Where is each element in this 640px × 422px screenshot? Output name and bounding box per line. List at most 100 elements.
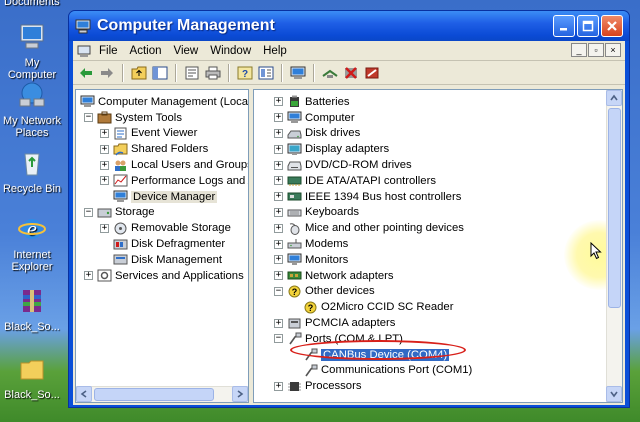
device-category-other-devices[interactable]: − ? Other devices [254,284,622,300]
device-category-dvd-cd-rom-drives[interactable]: + DVD/CD-ROM drives [254,157,622,173]
console-tree-pane[interactable]: Computer Management (Local − System Tool… [75,89,249,403]
expand-toggle[interactable]: + [274,176,283,186]
expand-toggle[interactable]: + [274,144,283,154]
toolbar-separator [281,63,283,82]
uninstall-button[interactable] [342,64,360,82]
expand-toggle[interactable]: + [100,144,109,154]
tree-item-performance-logs[interactable]: + Performance Logs and A [76,173,248,189]
tree-item-event-viewer[interactable]: + Event Viewer [76,126,248,142]
device-category-processors[interactable]: + Processors [254,378,622,394]
collapse-toggle[interactable]: − [274,286,283,296]
tree-item-local-users-and-groups[interactable]: + Local Users and Groups [76,157,248,173]
print-button[interactable] [204,64,222,82]
expand-toggle[interactable]: + [100,223,109,233]
left-scroll-thumb[interactable] [94,388,214,401]
show-hide-tree-button[interactable] [151,64,169,82]
svg-text:?: ? [308,303,314,313]
menu-help[interactable]: Help [257,45,293,57]
tree-item-system-tools[interactable]: − System Tools [76,110,248,126]
mdi-minimize-button[interactable]: _ [571,43,587,57]
expand-toggle[interactable]: + [274,97,283,107]
expand-toggle[interactable]: + [274,255,283,265]
device-communications-port-com1[interactable]: Communications Port (COM1) [254,363,622,379]
device-category-disk-drives[interactable]: + Disk drives [254,126,622,142]
scan-hardware-button[interactable] [321,64,339,82]
disable-button[interactable] [363,64,381,82]
device-canbus-device-com4[interactable]: CANBus Device (COM4) [254,347,622,363]
tree-item-services-and-applications[interactable]: + Services and Applications [76,268,248,284]
expand-toggle[interactable]: + [274,381,283,391]
device-category-pcmcia-adapters[interactable]: + PCMCIA adapters [254,315,622,331]
title-bar[interactable]: Computer Management [69,11,629,41]
device-category-monitors[interactable]: + Monitors [254,252,622,268]
expand-toggle[interactable]: + [274,239,283,249]
expand-toggle[interactable]: + [274,160,283,170]
mdi-child-icon[interactable] [77,44,91,58]
device-category-mice[interactable]: + Mice and other pointing devices [254,220,622,236]
collapse-toggle[interactable]: − [84,207,93,217]
expand-toggle[interactable]: + [100,176,109,186]
tree-item-disk-defragmenter[interactable]: Disk Defragmenter [76,236,248,252]
minimize-button[interactable] [553,15,575,37]
desktop-icon-my-network-places[interactable]: My Network Places [0,80,64,139]
tree-item-computer-management[interactable]: Computer Management (Local [76,94,248,110]
expand-toggle[interactable]: + [100,160,109,170]
device-o2micro-ccid-sc-reader[interactable]: ? O2Micro CCID SC Reader [254,299,622,315]
tree-item-removable-storage[interactable]: + Removable Storage [76,220,248,236]
desktop-icon-recycle-bin[interactable]: Recycle Bin [0,148,64,195]
device-category-ports[interactable]: − Ports (COM & LPT) [254,331,622,347]
expand-toggle[interactable]: + [274,128,283,138]
scroll-left-button[interactable] [76,386,92,402]
close-button[interactable] [601,15,623,37]
expand-toggle[interactable]: + [274,271,283,281]
tree-item-disk-management[interactable]: Disk Management [76,252,248,268]
menu-file[interactable]: File [93,45,124,57]
scroll-up-button[interactable] [606,90,622,106]
desktop-icon-black-so-2[interactable]: Black_So... [0,354,64,401]
right-scroll-thumb[interactable] [608,108,621,308]
expand-toggle[interactable]: + [274,207,283,217]
menu-window[interactable]: Window [204,45,257,57]
scroll-right-button[interactable] [232,386,248,402]
device-category-modems[interactable]: + Modems [254,236,622,252]
expand-toggle[interactable]: + [84,271,93,281]
maximize-button[interactable] [577,15,599,37]
desktop-icon-black-so-1[interactable]: Black_So... [0,286,64,333]
device-category-ieee-1394[interactable]: + IEEE 1394 Bus host controllers [254,189,622,205]
expand-toggle[interactable]: + [274,223,283,233]
expand-toggle[interactable]: + [274,113,283,123]
device-category-batteries[interactable]: + Batteries [254,94,622,110]
collapse-toggle[interactable]: − [84,113,93,123]
tree-item-device-manager[interactable]: Device Manager [76,189,248,205]
export-list-button[interactable] [257,64,275,82]
forward-button[interactable] [98,64,116,82]
right-vertical-scrollbar[interactable] [606,90,622,402]
minimize-icon [560,28,567,31]
collapse-toggle[interactable]: − [274,334,283,344]
expand-toggle[interactable]: + [274,318,283,328]
help-button[interactable]: ? [236,64,254,82]
back-button[interactable] [77,64,95,82]
left-horizontal-scrollbar[interactable] [76,386,248,402]
device-list-pane[interactable]: + Batteries + Computer + Disk drives + D… [253,89,623,403]
device-category-display-adapters[interactable]: + Display adapters [254,141,622,157]
tree-item-storage[interactable]: − Storage [76,205,248,221]
scroll-down-button[interactable] [606,386,622,402]
device-manager-button[interactable] [289,64,307,82]
desktop-icon-my-computer[interactable]: My Computer [0,22,64,81]
device-category-ide-controllers[interactable]: + IDE ATA/ATAPI controllers [254,173,622,189]
device-category-keyboards[interactable]: + Keyboards [254,205,622,221]
device-category-computer[interactable]: + Computer [254,110,622,126]
mdi-close-button[interactable]: × [605,43,621,57]
expand-toggle[interactable]: + [274,192,283,202]
desktop-icon-internet-explorer[interactable]: e Internet Explorer [0,214,64,273]
menu-action[interactable]: Action [124,45,168,57]
properties-button[interactable] [183,64,201,82]
expand-toggle[interactable]: + [100,128,109,138]
device-category-network-adapters[interactable]: + Network adapters [254,268,622,284]
network-adapter-icon [287,271,302,280]
mdi-restore-button[interactable]: ▫ [588,43,604,57]
tree-item-shared-folders[interactable]: + Shared Folders [76,141,248,157]
up-one-level-button[interactable] [130,64,148,82]
menu-view[interactable]: View [168,45,205,57]
